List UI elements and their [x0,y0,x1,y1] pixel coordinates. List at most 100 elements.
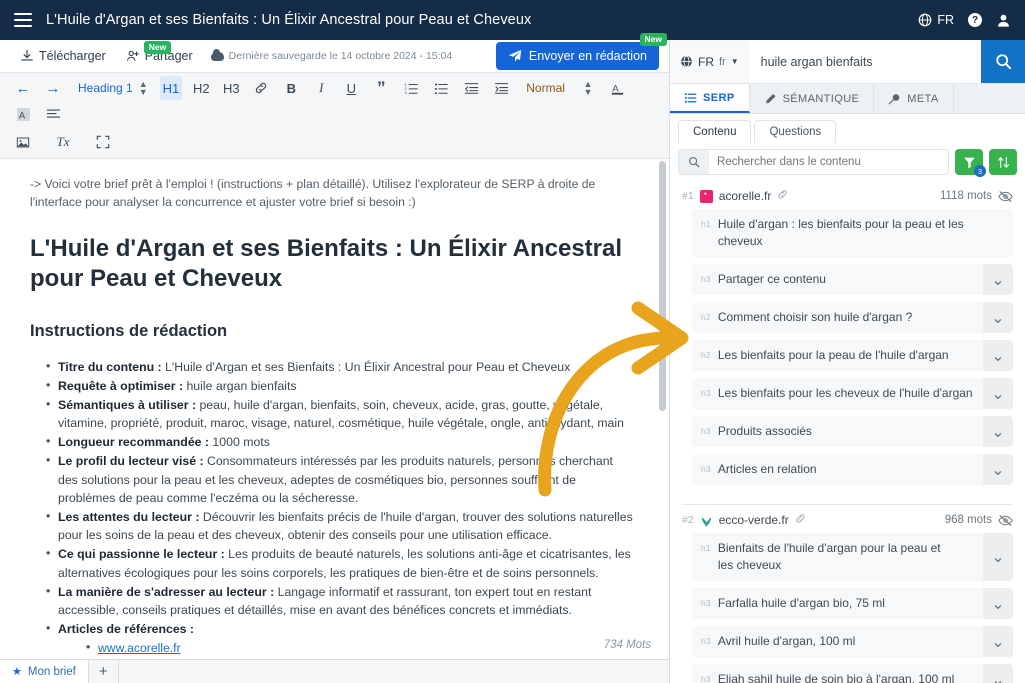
list-item: Ce qui passionne le lecteur : Les produi… [46,544,635,581]
list-item: Les attentes du lecteur : Découvrir les … [46,507,635,544]
highlight-icon[interactable]: A [12,102,34,126]
link-icon[interactable] [250,76,272,100]
heading-2-button[interactable]: H2 [190,76,212,100]
serp-heading-row[interactable]: h3 Les bienfaits pour les cheveux de l'h… [692,378,1013,410]
star-icon: ★ [12,666,22,678]
image-icon[interactable] [12,130,34,154]
bold-button[interactable]: B [280,76,302,100]
list-item: www.ecco-verde.fr [86,657,635,659]
bullet-list-icon[interactable] [430,76,452,100]
list-item: Le profil du lecteur visé : Consommateur… [46,451,635,507]
serp-sort-button[interactable] [989,149,1017,175]
serp-heading-row[interactable]: h3 Articles en relation ⌄ [692,454,1013,486]
serp-content-search[interactable] [678,149,949,175]
serp-tabs-filler [954,84,1025,113]
serp-search-button[interactable] [981,40,1025,83]
heading-tag: h3 [701,426,711,437]
blockquote-button[interactable]: ” [370,76,392,100]
user-avatar-icon[interactable] [996,13,1011,28]
instructions-list: Titre du contenu : L'Huile d'Argan et se… [30,357,635,639]
ordered-list-icon[interactable]: 1 2 3 [400,76,422,100]
serp-result-rank: #1 [682,190,694,202]
serp-heading-row[interactable]: h1 Huile d'argan : les bienfaits pour la… [692,209,1013,258]
heading-text: Bienfaits de l'huile d'argan pour la pea… [717,541,941,573]
main-body: Télécharger New Partager Dernière sauveg… [0,33,1025,683]
text-color-icon[interactable]: A [607,76,629,100]
eye-off-icon[interactable] [998,190,1013,203]
serp-content-search-input[interactable] [709,156,948,168]
link-icon[interactable] [795,513,806,527]
tab-meta[interactable]: META [874,84,954,113]
help-icon[interactable]: ? [968,13,982,27]
redo-button[interactable]: → [42,76,64,100]
serp-heading-row[interactable]: h3 Produits associés ⌄ [692,416,1013,448]
serp-lang-sub: fr [719,55,726,68]
serp-language-select[interactable]: FR fr ▼ [670,40,749,83]
subtab-contenu[interactable]: Contenu [678,120,752,143]
language-label: FR [937,13,954,27]
outdent-icon[interactable] [460,76,482,100]
chevron-down-icon[interactable]: ⌄ [983,533,1013,582]
indent-icon[interactable] [490,76,512,100]
font-size-select[interactable]: Normal [526,81,565,95]
editor-scrollbar[interactable] [659,161,666,411]
download-label: Télécharger [39,49,106,63]
tab-bar-filler [118,660,669,683]
serp-heading-row[interactable]: h2 Comment choisir son huile d'argan ? ⌄ [692,302,1013,334]
heading-1-button[interactable]: H1 [159,76,183,100]
italic-button[interactable]: I [310,76,332,100]
font-size-stepper[interactable]: ▲ ▼ [577,76,599,100]
underline-button[interactable]: U [340,76,362,100]
undo-button[interactable]: ← [12,76,34,100]
download-button[interactable]: Télécharger [10,49,116,63]
eye-off-icon[interactable] [998,514,1013,527]
send-to-redaction-button[interactable]: New Envoyer en rédaction [495,33,667,70]
serp-result-word-count: 1118 mots [940,190,992,202]
chevron-down-icon[interactable]: ⌄ [983,378,1013,410]
serp-keyword-input[interactable] [748,40,981,83]
serp-filter-button[interactable]: 3 [955,149,986,177]
serp-heading-row[interactable]: h3 Avril huile d'argan, 100 ml ⌄ [692,626,1013,658]
chevron-down-icon[interactable]: ⌄ [983,626,1013,658]
chevron-down-icon[interactable]: ⌄ [983,302,1013,334]
serp-result-domain: ecco-verde.fr [718,513,789,528]
chevron-updown-icon: ▲ ▼ [138,78,148,97]
heading-text: Farfalla huile d'argan bio, 75 ml [717,596,885,611]
chevron-down-icon[interactable]: ⌄ [983,416,1013,448]
reference-link[interactable]: www.acorelle.fr [98,641,181,655]
heading-3-button[interactable]: H3 [220,76,242,100]
tab-semantique[interactable]: SÉMANTIQUE [750,84,875,113]
serp-result-header: #2 ecco-verde.fr 968 mots [670,507,1025,533]
globe-icon [918,13,932,27]
chevron-down-icon[interactable]: ⌄ [983,264,1013,296]
site-favicon [699,189,713,203]
subtab-questions[interactable]: Questions [754,120,837,143]
serp-results-list[interactable]: #1 acorelle.fr 1118 mots [670,183,1025,683]
editor-scroll-area[interactable]: -> Voici votre brief prêt à l'emploi ! (… [0,159,669,659]
share-button[interactable]: New Partager [116,41,203,63]
fullscreen-icon[interactable] [92,130,114,154]
serp-heading-row[interactable]: h3 Eliah sahil huile de soin bio à l'arg… [692,664,1013,683]
tab-mon-brief[interactable]: ★ Mon brief [0,660,89,683]
language-switcher[interactable]: FR [918,13,954,27]
serp-heading-row[interactable]: h3 Partager ce contenu ⌄ [692,264,1013,296]
document-body[interactable]: -> Voici votre brief prêt à l'emploi ! (… [0,159,669,659]
hamburger-menu-icon[interactable] [0,13,46,27]
chevron-down-icon[interactable]: ⌄ [983,664,1013,683]
serp-heading-row[interactable]: h3 Farfalla huile d'argan bio, 75 ml ⌄ [692,588,1013,620]
add-tab-button[interactable]: + [88,660,119,683]
chevron-down-icon[interactable]: ⌄ [983,588,1013,620]
chevron-down-icon[interactable]: ⌄ [983,454,1013,486]
link-icon[interactable] [777,189,788,203]
serp-heading-row[interactable]: h2 Les bienfaits pour la peau de l'huile… [692,340,1013,372]
clear-format-button[interactable]: Tx [52,130,74,154]
word-count: 734 Mots [603,639,651,651]
align-icon[interactable] [42,102,64,126]
heading-tag: h1 [701,219,711,229]
svg-text:A: A [18,110,25,120]
tab-serp[interactable]: SERP [670,84,750,113]
block-style-select[interactable]: Heading 1 ▲ ▼ [78,78,148,97]
list-item: Requête à optimiser : huile argan bienfa… [46,376,635,395]
serp-heading-row[interactable]: h1 Bienfaits de l'huile d'argan pour la … [692,533,1013,582]
chevron-down-icon[interactable]: ⌄ [983,340,1013,372]
